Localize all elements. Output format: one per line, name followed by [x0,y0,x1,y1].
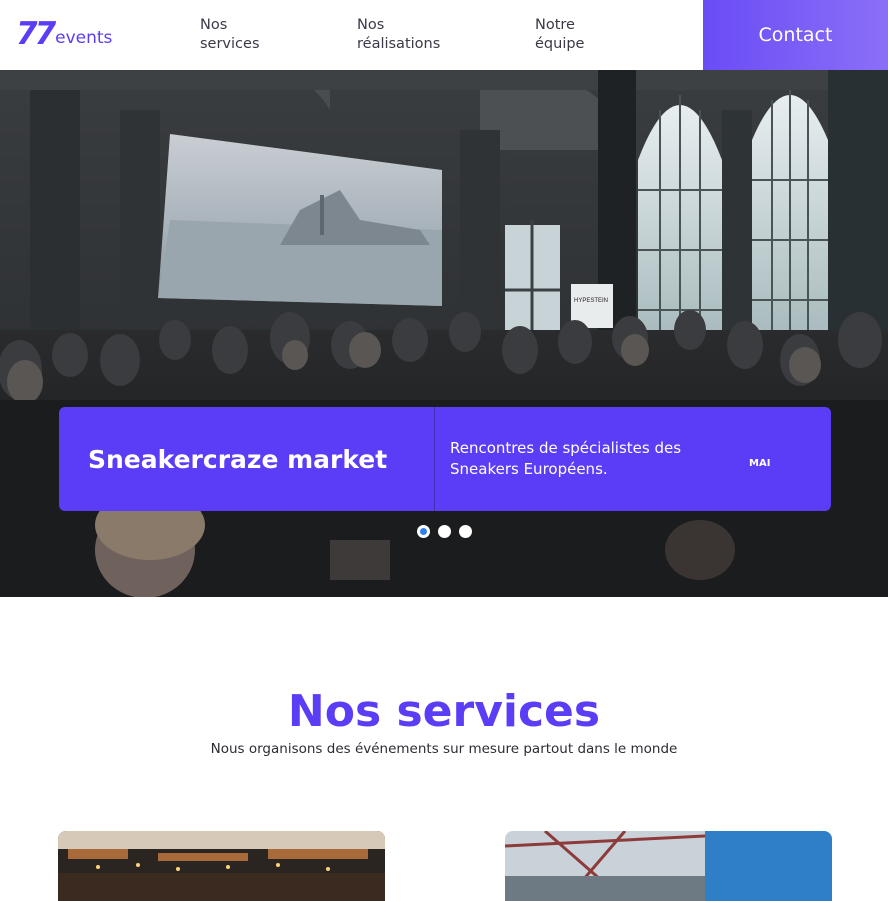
nav-link-services[interactable]: Nos services [200,16,260,54]
event-info: Rencontres de spécialistes des Sneakers … [435,407,831,511]
hypestein-sign: HYPESTEIN [574,298,608,304]
service-card-image-1[interactable] [58,831,385,901]
services-subtitle: Nous organisons des événements sur mesur… [210,741,678,757]
nav-link-realisations[interactable]: Nos réalisations [357,16,440,54]
carousel-dot-3[interactable] [459,525,472,538]
contact-button[interactable]: Contact [703,0,888,70]
brand-logo[interactable]: 77 events [16,14,112,50]
event-title: Sneakercraze market [59,407,435,511]
service-card-image-2[interactable] [505,831,832,901]
event-description: Rencontres de spécialistes des Sneakers … [450,439,682,478]
event-month: MAI [749,458,771,469]
logo-word: events [55,28,113,48]
logo-number: 77 [16,16,56,52]
service-photo-1 [58,831,385,901]
hero-event-photo: HYPESTEIN [0,70,888,597]
carousel-dots [417,525,472,538]
carousel-dot-1[interactable] [417,525,430,538]
nav-link-team[interactable]: Notre équipe [535,16,584,54]
carousel-dot-2[interactable] [438,525,451,538]
hero-carousel: HYPESTEIN Sneakercraze market Rencontres… [0,70,888,597]
service-photo-2 [505,831,832,901]
event-card[interactable]: Sneakercraze market Rencontres de spécia… [59,407,831,511]
services-title: Nos services [287,686,601,737]
site-header: 77 events Nos services Nos réalisations … [0,0,888,70]
